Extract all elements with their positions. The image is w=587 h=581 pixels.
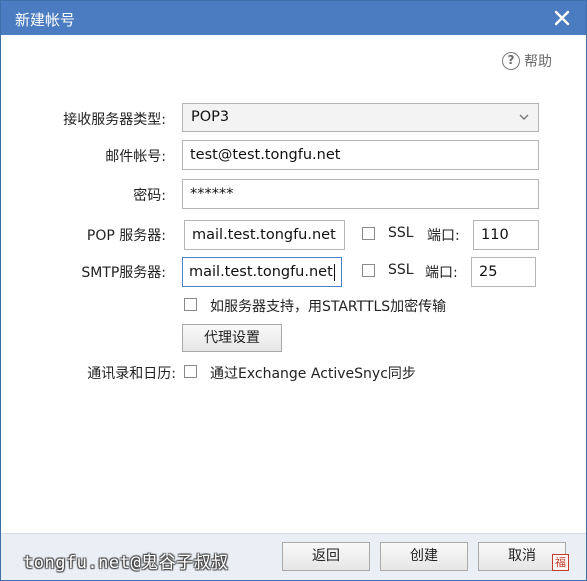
smtp-server-label: SMTP服务器: [81,265,166,281]
help-icon: ? [502,52,520,70]
close-icon[interactable] [552,8,572,28]
password-label: 密码: [133,188,166,204]
pop-server-value: mail.test.tongfu.net [192,227,336,243]
password-input[interactable]: ****** [182,179,539,209]
text-caret [333,263,335,281]
chevron-down-icon [519,114,529,120]
seal-stamp: 福 [552,554,569,571]
dialog-title: 新建帐号 [15,11,76,29]
smtp-ssl-label: SSL [388,262,414,278]
back-button[interactable]: 返回 [282,542,370,571]
activesync-checkbox[interactable] [184,365,197,378]
title-bar[interactable]: 新建帐号 [1,1,586,35]
smtp-port-label: 端口: [425,265,458,281]
create-button[interactable]: 创建 [380,542,468,571]
pop-ssl-label: SSL [388,225,414,241]
password-value: ****** [190,186,234,202]
server-type-label: 接收服务器类型: [63,112,166,128]
activesync-label: 通过Exchange ActiveSnyc同步 [210,366,416,382]
contacts-calendar-label: 通讯录和日历: [87,366,176,382]
starttls-label: 如服务器支持，用STARTTLS加密传输 [210,299,447,315]
dialog-footer: tongfu.net@鬼谷子叔叔 返回 创建 取消 福 [1,533,586,580]
pop-server-label: POP 服务器: [86,228,166,244]
server-type-select[interactable]: POP3 [182,103,539,132]
pop-server-input[interactable]: mail.test.tongfu.net [184,220,345,250]
email-label: 邮件帐号: [105,149,166,165]
smtp-ssl-checkbox[interactable] [362,264,375,277]
smtp-server-value: mail.test.tongfu.net [189,264,333,280]
pop-port-value: 110 [481,227,509,243]
email-value: test@test.tongfu.net [190,147,341,163]
watermark-text: tongfu.net@鬼谷子叔叔 [23,553,229,573]
email-input[interactable]: test@test.tongfu.net [182,140,539,170]
help-link[interactable]: ? 帮助 [502,51,552,71]
new-account-dialog: 新建帐号 ? 帮助 接收服务器类型: POP3 邮件帐号: test@test.… [0,0,587,581]
smtp-port-value: 25 [479,264,498,280]
help-label: 帮助 [524,54,552,70]
pop-port-input[interactable]: 110 [473,220,539,250]
pop-ssl-checkbox[interactable] [362,227,375,240]
smtp-server-input[interactable]: mail.test.tongfu.net [182,257,342,287]
pop-port-label: 端口: [427,228,460,244]
server-type-value: POP3 [191,109,230,125]
smtp-port-input[interactable]: 25 [471,257,536,287]
proxy-settings-button[interactable]: 代理设置 [182,324,282,352]
starttls-checkbox[interactable] [184,298,197,311]
